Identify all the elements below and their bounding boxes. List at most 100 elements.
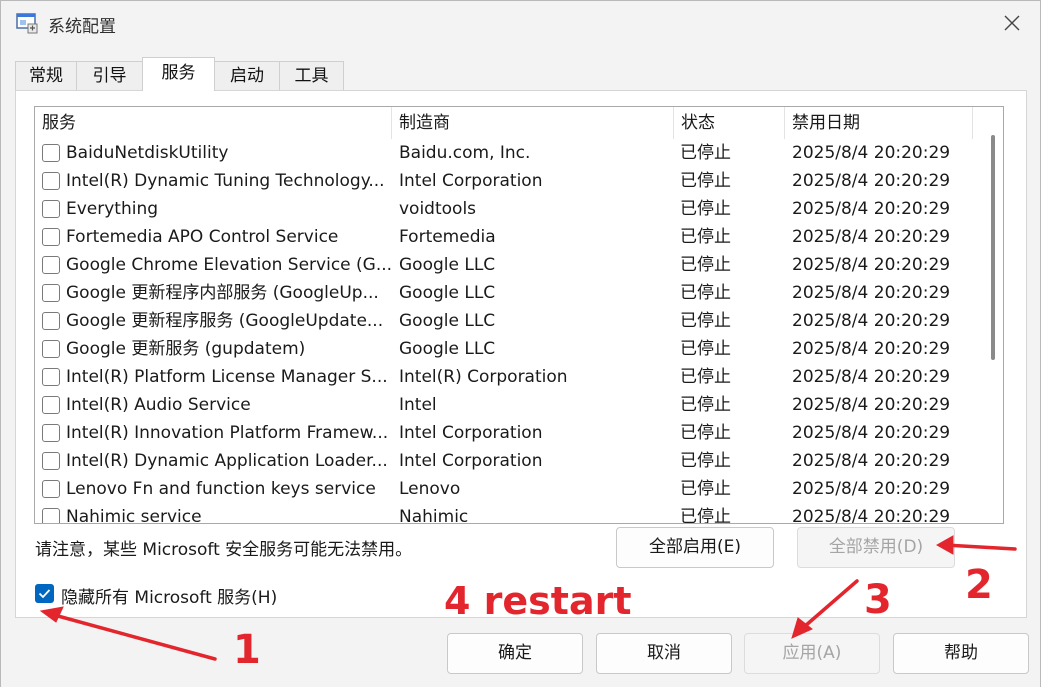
service-checkbox[interactable]: [42, 172, 60, 190]
hide-microsoft-checkbox[interactable]: [35, 584, 54, 603]
service-name: BaiduNetdiskUtility: [66, 143, 229, 163]
service-name: Fortemedia APO Control Service: [66, 227, 339, 247]
table-row[interactable]: Intel(R) Platform License Manager S... I…: [35, 363, 975, 391]
list-scrollbar[interactable]: [991, 135, 995, 360]
service-name: Google 更新程序服务 (GoogleUpdate...: [66, 311, 384, 331]
service-status: 已停止: [680, 479, 731, 499]
ok-button[interactable]: 确定: [447, 633, 583, 674]
service-checkbox[interactable]: [42, 228, 60, 246]
column-header-disable-date[interactable]: 禁用日期: [785, 107, 973, 139]
table-row[interactable]: Intel(R) Innovation Platform Framew... I…: [35, 419, 975, 447]
service-checkbox[interactable]: [42, 508, 60, 523]
table-row[interactable]: Everything voidtools 已停止 2025/8/4 20:20:…: [35, 195, 975, 223]
service-disable-date: 2025/8/4 20:20:29: [792, 339, 951, 359]
disable-all-button[interactable]: 全部禁用(D): [797, 527, 955, 568]
help-button[interactable]: 帮助: [893, 633, 1029, 674]
table-row[interactable]: Intel(R) Audio Service Intel 已停止 2025/8/…: [35, 391, 975, 419]
service-name: Everything: [66, 199, 159, 219]
service-name: Intel(R) Audio Service: [66, 395, 251, 415]
service-name: Intel(R) Dynamic Application Loader...: [66, 451, 388, 471]
service-disable-date: 2025/8/4 20:20:29: [792, 171, 951, 191]
service-manufacturer: Intel Corporation: [399, 171, 543, 191]
service-manufacturer: Google LLC: [399, 311, 496, 331]
table-row[interactable]: Lenovo Fn and function keys service Leno…: [35, 475, 975, 503]
table-row[interactable]: Google Chrome Elevation Service (G... Go…: [35, 251, 975, 279]
service-checkbox[interactable]: [42, 452, 60, 470]
list-header: 服务 制造商 状态 禁用日期: [35, 107, 1003, 139]
service-checkbox[interactable]: [42, 200, 60, 218]
service-name: Google 更新程序内部服务 (GoogleUp...: [66, 283, 379, 303]
table-row[interactable]: Nahimic service Nahimic 已停止 2025/8/4 20:…: [35, 503, 975, 524]
service-checkbox[interactable]: [42, 368, 60, 386]
service-manufacturer: Google LLC: [399, 339, 496, 359]
table-row[interactable]: BaiduNetdiskUtility Baidu.com, Inc. 已停止 …: [35, 139, 975, 167]
service-status: 已停止: [680, 283, 731, 303]
service-status: 已停止: [680, 255, 731, 275]
service-disable-date: 2025/8/4 20:20:29: [792, 199, 951, 219]
table-row[interactable]: Intel(R) Dynamic Application Loader... I…: [35, 447, 975, 475]
service-status: 已停止: [680, 395, 731, 415]
table-row[interactable]: Intel(R) Dynamic Tuning Technology... In…: [35, 167, 975, 195]
service-checkbox[interactable]: [42, 480, 60, 498]
service-status: 已停止: [680, 367, 731, 387]
service-checkbox[interactable]: [42, 424, 60, 442]
cancel-button[interactable]: 取消: [596, 633, 732, 674]
table-row[interactable]: Google 更新服务 (gupdatem) Google LLC 已停止 20…: [35, 335, 975, 363]
tab-tools[interactable]: 工具: [279, 61, 344, 90]
service-status: 已停止: [680, 143, 731, 163]
service-checkbox[interactable]: [42, 256, 60, 274]
apply-button[interactable]: 应用(A): [744, 633, 880, 674]
tab-startup[interactable]: 启动: [214, 61, 280, 90]
service-manufacturer: Fortemedia: [399, 227, 496, 247]
title-bar: 系统配置: [1, 1, 1040, 45]
service-disable-date: 2025/8/4 20:20:29: [792, 395, 951, 415]
service-name: Intel(R) Innovation Platform Framew...: [66, 423, 389, 443]
service-manufacturer: Nahimic: [399, 507, 469, 524]
service-checkbox[interactable]: [42, 396, 60, 414]
service-disable-date: 2025/8/4 20:20:29: [792, 143, 951, 163]
service-status: 已停止: [680, 451, 731, 471]
tab-boot[interactable]: 引导: [76, 61, 143, 90]
table-row[interactable]: Fortemedia APO Control Service Fortemedi…: [35, 223, 975, 251]
service-manufacturer: Intel Corporation: [399, 423, 543, 443]
service-disable-date: 2025/8/4 20:20:29: [792, 479, 951, 499]
service-manufacturer: Intel: [399, 395, 437, 415]
msconfig-app-icon: [16, 13, 38, 34]
service-disable-date: 2025/8/4 20:20:29: [792, 367, 951, 387]
service-name: Lenovo Fn and function keys service: [66, 479, 376, 499]
service-status: 已停止: [680, 423, 731, 443]
service-checkbox[interactable]: [42, 284, 60, 302]
service-name: Nahimic service: [66, 507, 202, 524]
table-row[interactable]: Google 更新程序服务 (GoogleUpdate... Google LL…: [35, 307, 975, 335]
service-status: 已停止: [680, 311, 731, 331]
tab-general[interactable]: 常规: [15, 61, 77, 90]
annotation-restart: 4 restart: [444, 579, 632, 623]
service-status: 已停止: [680, 507, 731, 524]
service-disable-date: 2025/8/4 20:20:29: [792, 423, 951, 443]
services-list: 服务 制造商 状态 禁用日期 BaiduNetdiskUtility Baidu…: [34, 106, 1004, 524]
tab-services[interactable]: 服务: [142, 57, 215, 91]
annotation-number-1: 1: [233, 627, 261, 673]
security-notice: 请注意，某些 Microsoft 安全服务可能无法禁用。: [35, 540, 413, 560]
annotation-number-2: 2: [965, 562, 993, 608]
service-disable-date: 2025/8/4 20:20:29: [792, 255, 951, 275]
service-manufacturer: Intel Corporation: [399, 451, 543, 471]
service-checkbox[interactable]: [42, 144, 60, 162]
service-name: Google 更新服务 (gupdatem): [66, 339, 306, 359]
checkmark-icon: [38, 589, 51, 599]
system-config-window: 系统配置 常规 引导 服务 启动 工具 服务 制造商 状态 禁用日期 Baidu…: [0, 0, 1041, 687]
annotation-number-3: 3: [864, 577, 892, 623]
column-header-status[interactable]: 状态: [674, 107, 785, 139]
column-header-manufacturer[interactable]: 制造商: [392, 107, 674, 139]
service-status: 已停止: [680, 199, 731, 219]
hide-microsoft-label: 隐藏所有 Microsoft 服务(H): [61, 588, 278, 608]
service-name: Intel(R) Platform License Manager S...: [66, 367, 388, 387]
service-checkbox[interactable]: [42, 340, 60, 358]
window-title: 系统配置: [48, 17, 116, 37]
service-checkbox[interactable]: [42, 312, 60, 330]
enable-all-button[interactable]: 全部启用(E): [616, 527, 774, 568]
close-icon: [1004, 15, 1020, 31]
table-row[interactable]: Google 更新程序内部服务 (GoogleUp... Google LLC …: [35, 279, 975, 307]
column-header-service[interactable]: 服务: [35, 107, 392, 139]
close-button[interactable]: [996, 9, 1028, 37]
